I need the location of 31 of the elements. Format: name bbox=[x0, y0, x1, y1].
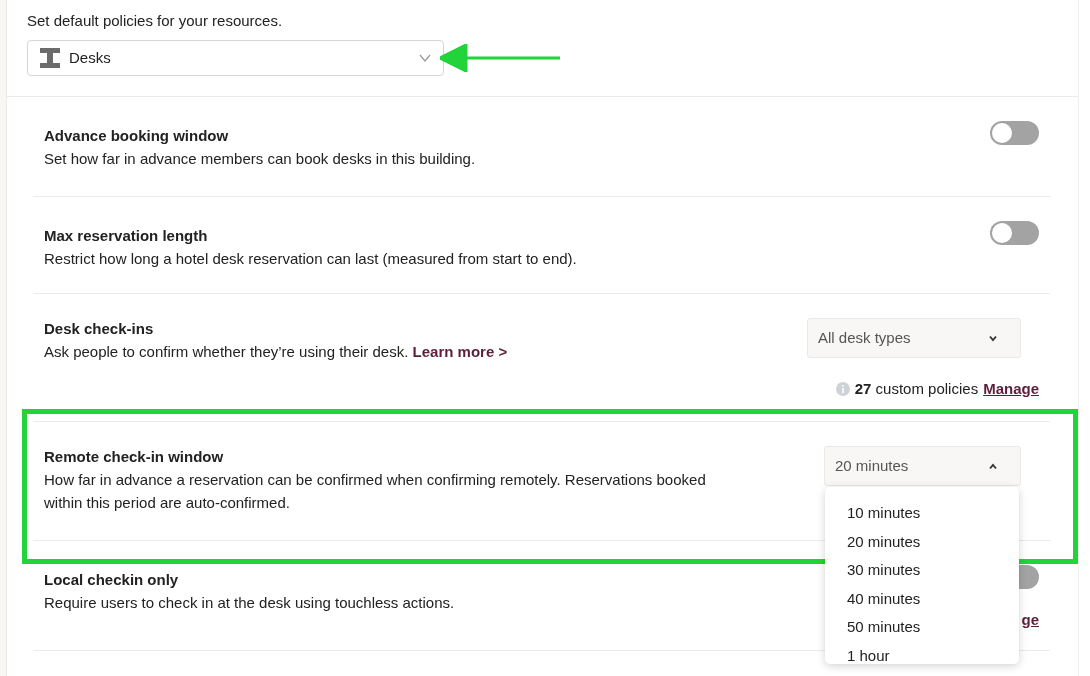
policy-title: Advance booking window bbox=[44, 126, 230, 146]
policy-description: How far in advance a reservation can be confirmed when confirming remotely. Reservations booked within this period are auto-confirmed. bbox=[44, 470, 707, 513]
info-icon bbox=[835, 382, 850, 397]
manage-link[interactable]: ge bbox=[1021, 609, 1039, 632]
custom-policies-count: 27 custom policies bbox=[854, 379, 979, 399]
caret-icon bbox=[988, 334, 998, 342]
menu-option[interactable]: 10 minutes bbox=[825, 499, 1019, 528]
policy-description: Ask people to confirm whether they’re using their desk. Learn more > bbox=[44, 342, 508, 362]
caret-icon bbox=[988, 462, 998, 470]
menu-option[interactable]: 50 minutes bbox=[825, 613, 1019, 642]
policy-title: Desk check-ins bbox=[44, 319, 155, 339]
dropdown-select[interactable]: 20 minutes bbox=[824, 446, 1021, 486]
intro-text: Set default policies for your resources. bbox=[27, 11, 284, 31]
policy-description: Restrict how long a hotel desk reservation can last (measured from start to end). bbox=[44, 249, 577, 269]
policy-title: Local checkin only bbox=[44, 570, 180, 590]
menu-option[interactable]: 40 minutes bbox=[825, 584, 1019, 614]
dropdown-select[interactable]: All desk types bbox=[807, 318, 1021, 358]
menu-option[interactable]: 30 minutes bbox=[825, 556, 1019, 585]
policy-description: Require users to check in at the desk using touchless actions. bbox=[44, 593, 455, 613]
desk-icon bbox=[40, 48, 60, 68]
policy-title: Remote check-in window bbox=[44, 447, 225, 467]
chevron-icon bbox=[419, 54, 431, 62]
policy-title: Max reservation length bbox=[44, 226, 209, 246]
manage-link[interactable]: Manage bbox=[983, 378, 1039, 401]
toggle-switch[interactable] bbox=[990, 221, 1039, 245]
resource-select[interactable]: Desks bbox=[27, 40, 444, 76]
menu-option[interactable]: 1 hour bbox=[825, 641, 1019, 664]
menu-option[interactable]: 20 minutes bbox=[825, 527, 1019, 557]
toggle-switch[interactable] bbox=[990, 121, 1039, 145]
learn-more-link[interactable]: Learn more > bbox=[412, 343, 508, 360]
policy-description: Set how far in advance members can book desks in this building. bbox=[44, 149, 476, 169]
